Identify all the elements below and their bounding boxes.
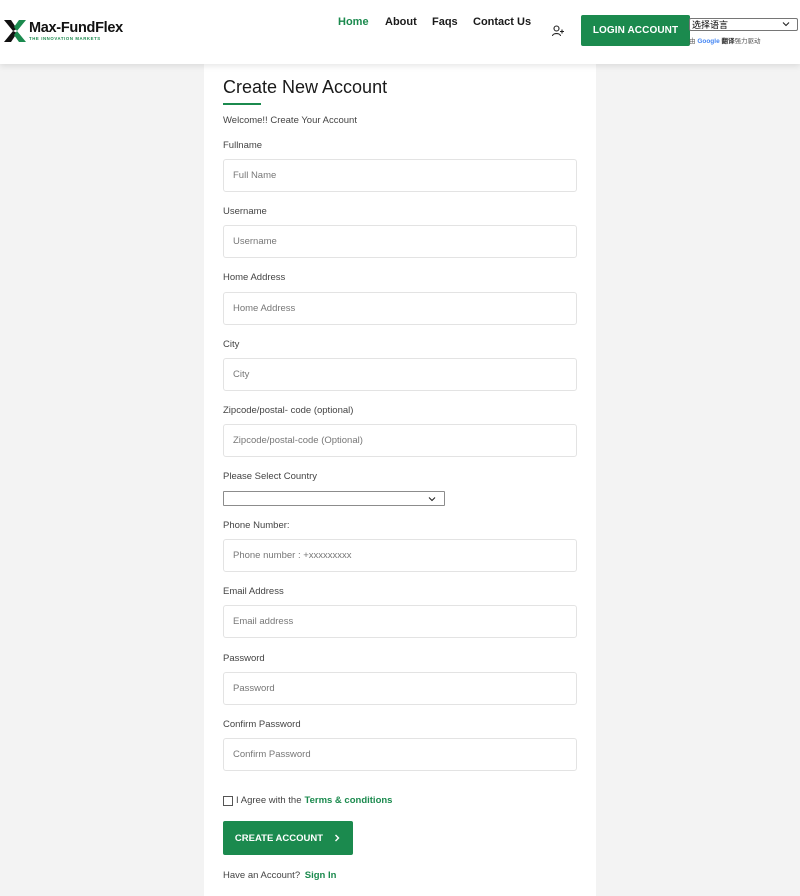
zipcode-label: Zipcode/postal- code (optional)	[223, 405, 354, 416]
password-label: Password	[223, 653, 265, 664]
user-plus-icon[interactable]	[551, 24, 565, 38]
terms-checkbox[interactable]	[223, 795, 233, 806]
register-card: Create New Account Welcome!! Create Your…	[204, 64, 596, 896]
google-logo-text: Google	[697, 38, 720, 45]
city-input[interactable]	[223, 358, 577, 391]
chevron-right-icon	[335, 834, 340, 842]
terms-agreement: I Agree with the Terms & conditions	[223, 795, 392, 806]
chevron-down-icon	[428, 497, 436, 502]
username-label: Username	[223, 206, 267, 217]
password-input[interactable]	[223, 672, 577, 705]
login-account-button[interactable]: LOGIN ACCOUNT	[581, 15, 690, 46]
have-account-text: Have an Account?	[223, 870, 301, 881]
email-input[interactable]	[223, 605, 577, 638]
city-label: City	[223, 339, 240, 350]
phone-input[interactable]	[223, 539, 577, 572]
brand-logo-icon	[4, 20, 26, 42]
username-input[interactable]	[223, 225, 577, 258]
confirm-password-label: Confirm Password	[223, 719, 301, 730]
page-title: Create New Account	[223, 77, 388, 97]
site-header: Max-FundFlex THE INNOVATION MARKETS Home…	[0, 0, 800, 64]
fullname-label: Fullname	[223, 140, 263, 151]
nav-home[interactable]: Home	[338, 16, 369, 28]
chevron-down-icon	[782, 22, 790, 27]
title-underline	[223, 103, 261, 105]
nav-faqs[interactable]: Faqs	[432, 16, 458, 28]
country-select[interactable]	[223, 491, 445, 506]
language-select[interactable]: 选择语言	[689, 18, 798, 31]
terms-agreement-text: I Agree with the	[236, 795, 302, 806]
nav-about[interactable]: About	[385, 16, 417, 28]
create-account-label: CREATE ACCOUNT	[234, 832, 324, 844]
signin-prompt: Have an Account? Sign In	[223, 870, 336, 881]
fullname-input[interactable]	[223, 159, 577, 192]
sign-in-link[interactable]: Sign In	[305, 870, 337, 881]
create-account-button[interactable]: CREATE ACCOUNT	[223, 821, 353, 855]
home-address-input[interactable]	[223, 292, 577, 325]
email-label: Email Address	[223, 586, 284, 597]
brand-name: Max-FundFlex	[29, 19, 123, 36]
confirm-password-input[interactable]	[223, 738, 577, 771]
brand-logo[interactable]: Max-FundFlex THE INNOVATION MARKETS	[3, 17, 123, 45]
home-address-label: Home Address	[223, 272, 286, 283]
language-select-value: 选择语言	[692, 20, 729, 30]
powered-by-google-translate[interactable]: 由 Google 翻译强力驱动	[689, 35, 761, 45]
page-subtitle: Welcome!! Create Your Account	[223, 115, 357, 126]
nav-contact-us[interactable]: Contact Us	[473, 16, 531, 28]
brand-tagline: THE INNOVATION MARKETS	[29, 36, 101, 42]
terms-link[interactable]: Terms & conditions	[304, 795, 392, 806]
country-label: Please Select Country	[223, 471, 317, 482]
zipcode-input[interactable]	[223, 424, 577, 457]
phone-label: Phone Number:	[223, 520, 290, 531]
